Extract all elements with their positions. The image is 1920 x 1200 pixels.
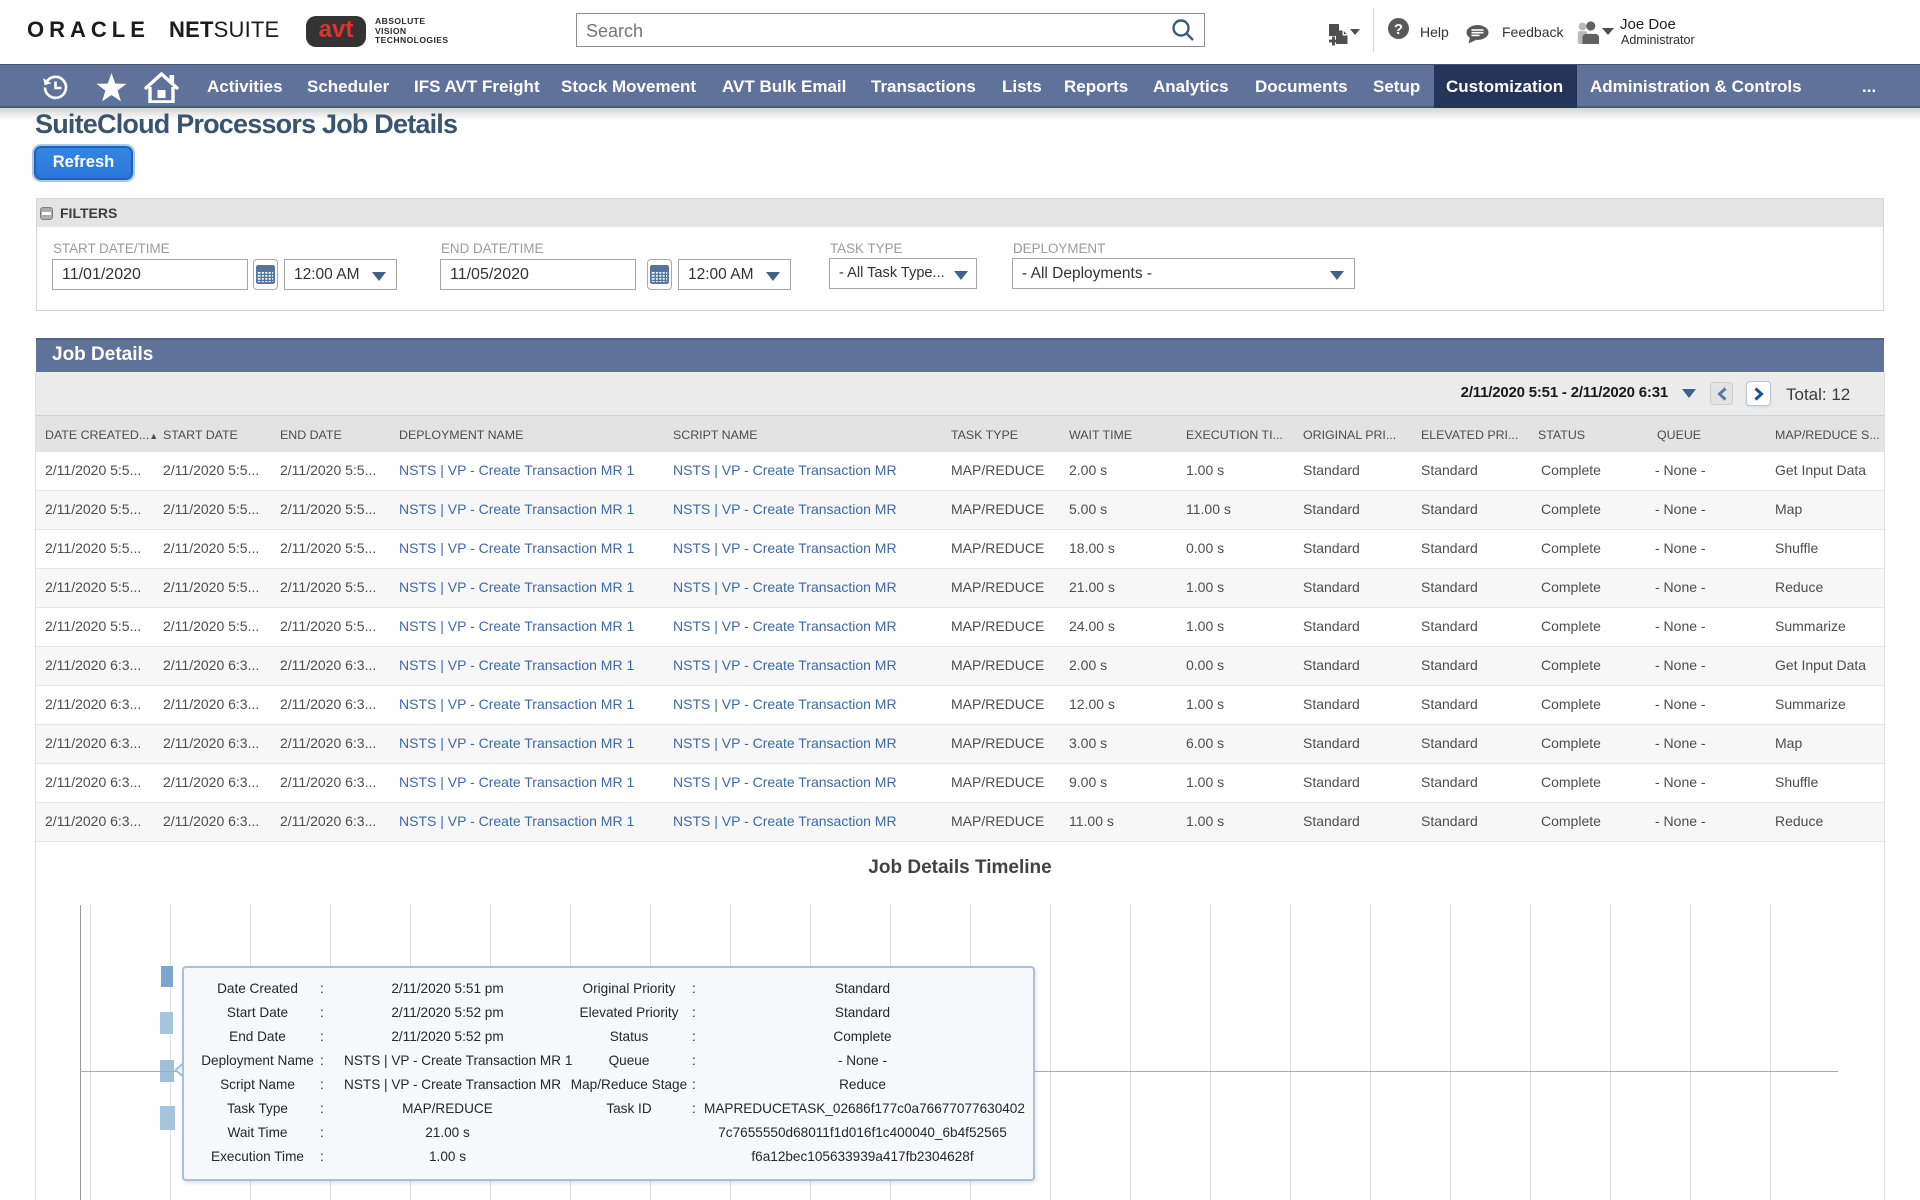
svg-text:?: ? — [1394, 21, 1403, 38]
